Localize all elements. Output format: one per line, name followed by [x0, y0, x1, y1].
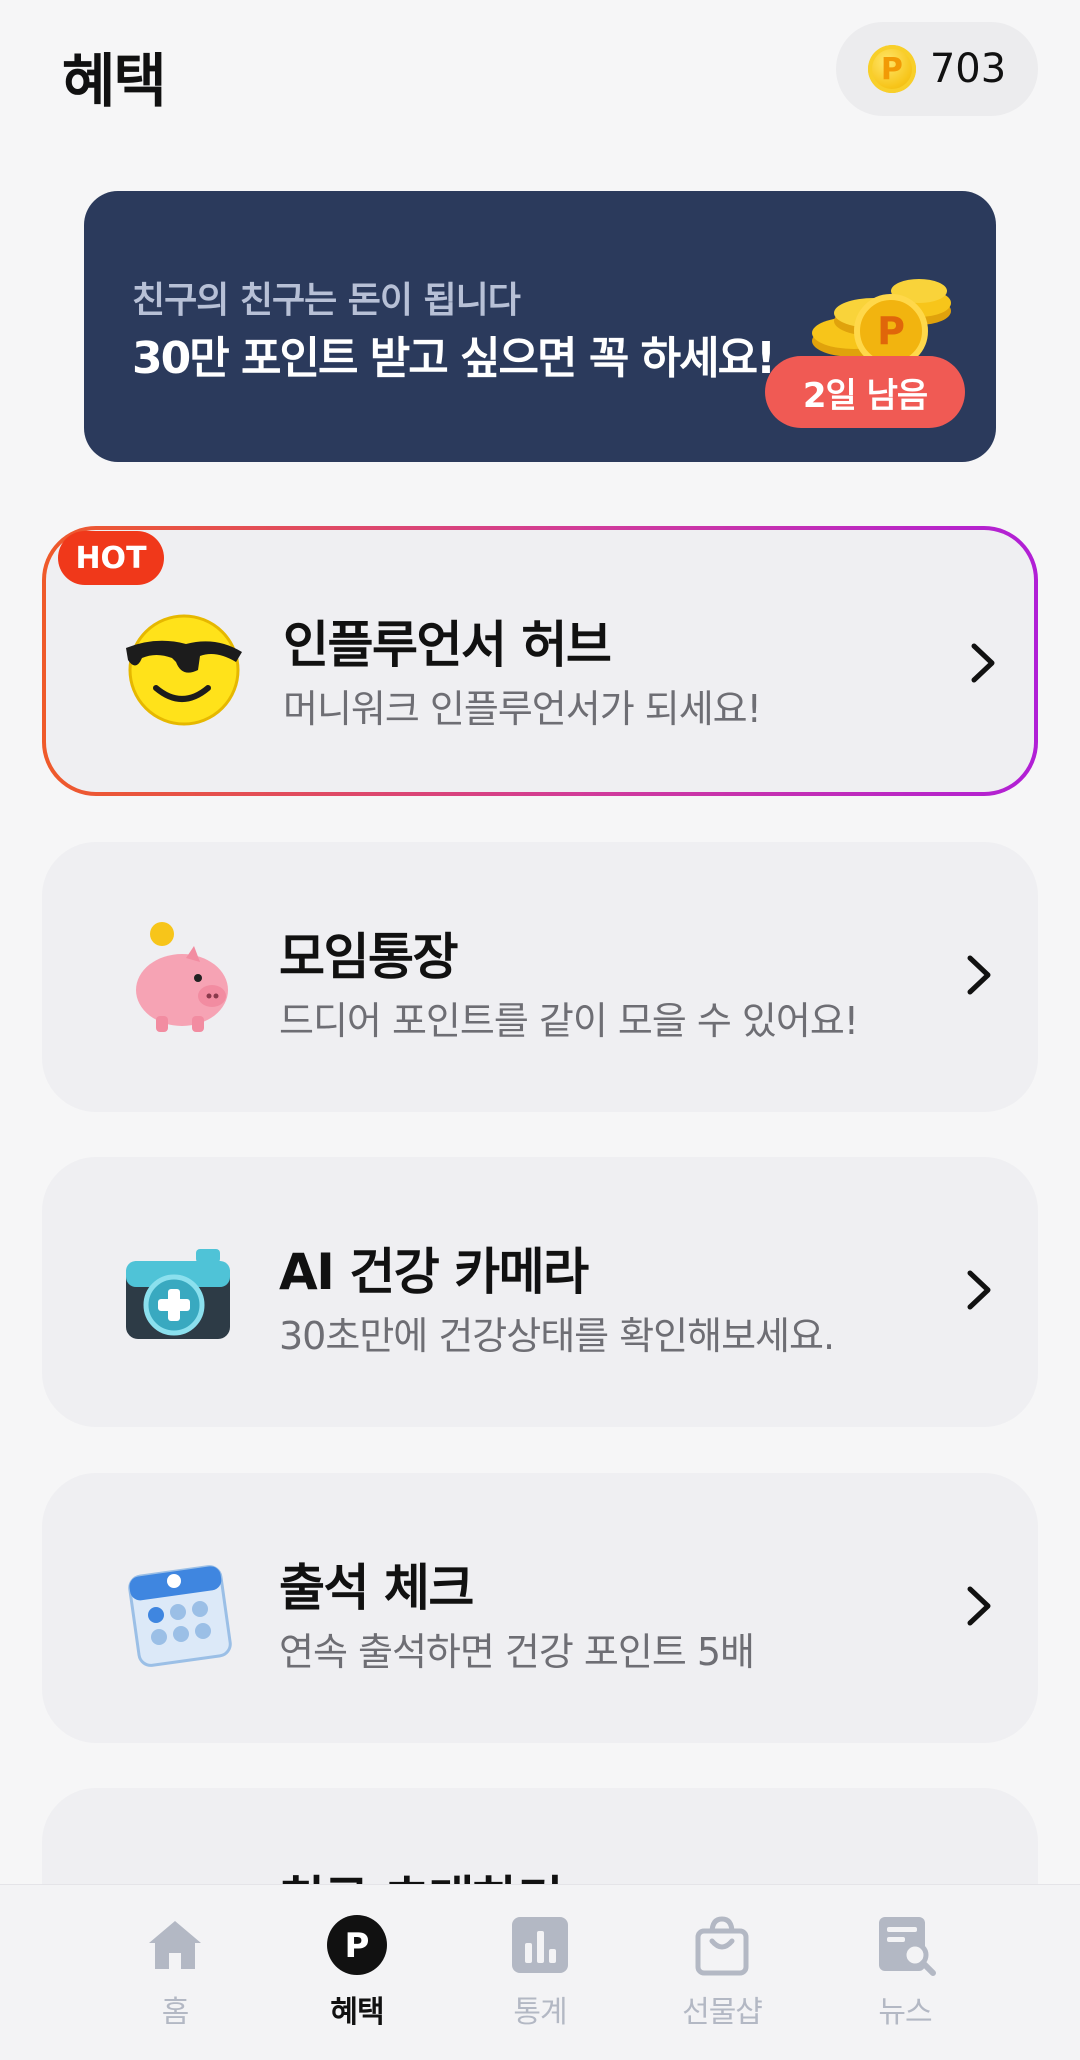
card-attendance-check[interactable]: 출석 체크 연속 출석하면 건강 포인트 5배 [42, 1473, 1038, 1743]
nav-home[interactable]: 홈 [105, 1913, 245, 2043]
chevron-right-icon [971, 643, 995, 683]
stats-icon [512, 1917, 568, 1973]
promo-banner[interactable]: 친구의 친구는 돈이 됩니다 30만 포인트 받고 싶으면 꼭 하세요! P 2… [84, 191, 996, 462]
point-balance-button[interactable]: P 703 [836, 22, 1038, 116]
card-description: 머니워크 인플루언서가 되세요! [283, 687, 762, 731]
chevron-right-icon [967, 1270, 991, 1310]
nav-news[interactable]: 뉴스 [835, 1913, 975, 2043]
piggy-bank-icon [136, 922, 228, 1032]
card-title: 모임통장 [279, 928, 459, 986]
card-description: 30초만에 건강상태를 확인해보세요. [279, 1314, 835, 1358]
page-title: 혜택 [62, 47, 167, 115]
banner-title: 30만 포인트 받고 싶으면 꼭 하세요! [132, 333, 776, 384]
health-camera-icon [126, 1249, 230, 1339]
card-title: 인플루언서 허브 [283, 616, 612, 674]
nav-label: 선물샵 [682, 1995, 763, 2030]
banner-subtitle: 친구의 친구는 돈이 됩니다 [132, 280, 521, 321]
nav-stats[interactable]: 통계 [470, 1913, 610, 2043]
days-left-badge: 2일 남음 [765, 356, 965, 428]
card-group-account[interactable]: 모임통장 드디어 포인트를 같이 모을 수 있어요! [42, 842, 1038, 1112]
nav-label: 혜택 [330, 1995, 384, 2030]
card-title: 출석 체크 [279, 1559, 474, 1617]
point-balance: 703 [929, 46, 1007, 92]
card-description: 연속 출석하면 건강 포인트 5배 [279, 1630, 755, 1674]
chevron-right-icon [967, 1586, 991, 1626]
home-icon [149, 1921, 201, 1969]
card-influencer-hub[interactable]: 인플루언서 허브 머니워크 인플루언서가 되세요! [42, 526, 1038, 796]
coin-letter: P [877, 309, 905, 353]
nav-label: 통계 [513, 1995, 567, 2030]
bottom-nav: 홈 P 혜택 통계 선물샵 뉴스 [0, 1884, 1080, 2060]
card-description: 드디어 포인트를 같이 모을 수 있어요! [279, 999, 859, 1043]
points-icon: P [327, 1915, 387, 1975]
header: 혜택 P 703 [0, 0, 1080, 150]
nav-gift-shop[interactable]: 선물샵 [652, 1913, 792, 2043]
sunglasses-smiley-icon [126, 614, 242, 726]
nav-benefits[interactable]: P 혜택 [287, 1913, 427, 2043]
coin-icon: P [867, 45, 916, 93]
points-icon-letter: P [345, 1926, 370, 1966]
card-ai-health-camera[interactable]: AI 건강 카메라 30초만에 건강상태를 확인해보세요. [42, 1157, 1038, 1427]
hot-badge: HOT [58, 531, 164, 585]
nav-label: 뉴스 [878, 1995, 932, 2030]
card-title: AI 건강 카메라 [279, 1243, 589, 1301]
chevron-right-icon [967, 955, 991, 995]
nav-label: 홈 [161, 1995, 190, 2030]
news-search-icon [879, 1917, 936, 1976]
shopping-bag-icon [695, 1916, 749, 1976]
calendar-icon [128, 1565, 232, 1667]
